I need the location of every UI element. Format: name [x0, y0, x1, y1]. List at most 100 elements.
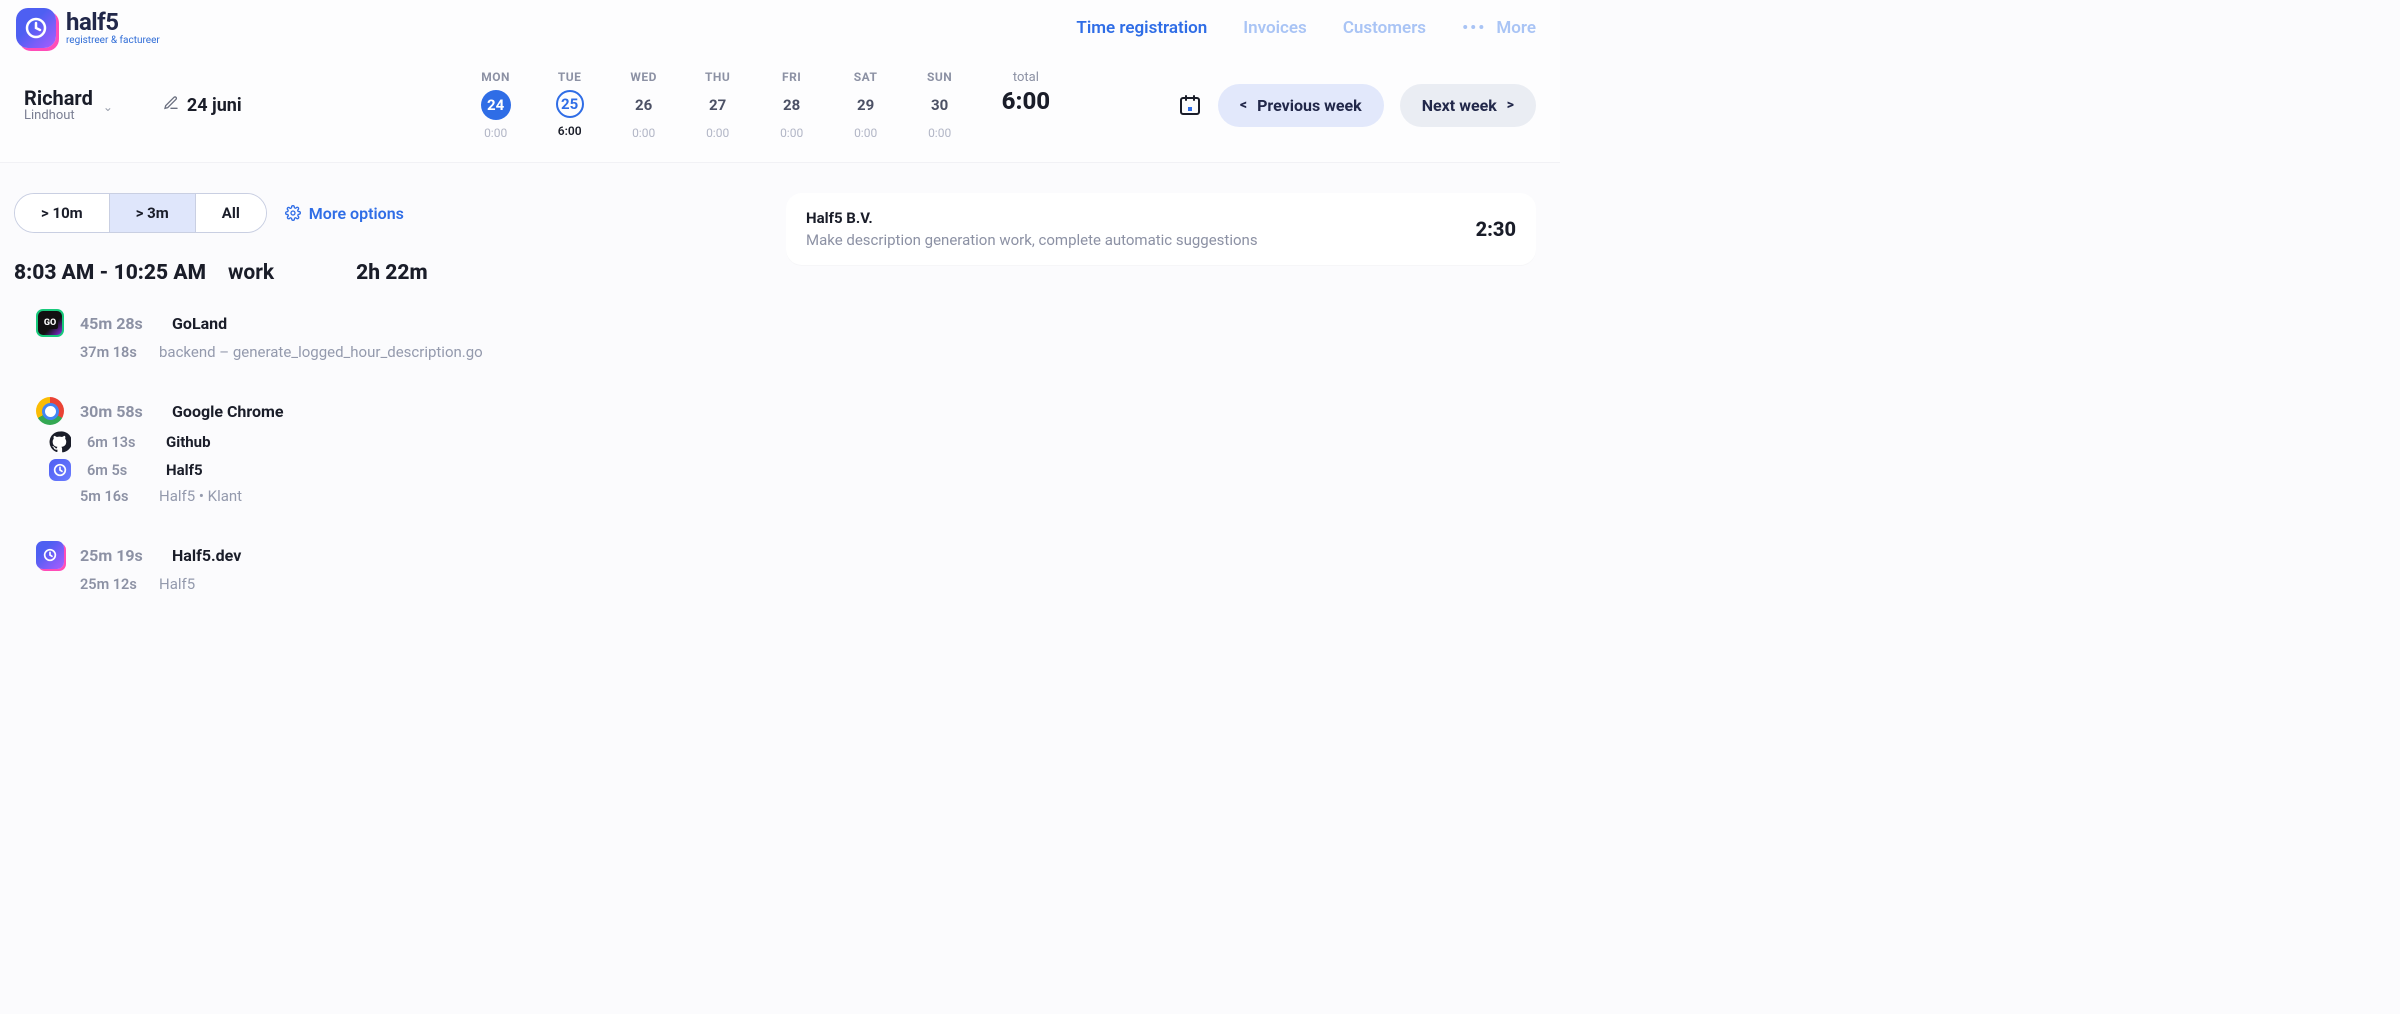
- day-tue[interactable]: TUE 25 6:00: [546, 70, 594, 138]
- task-org: Half5 B.V.: [806, 209, 1258, 227]
- chrome-half5-klant-row[interactable]: 5m 16s Half5 • Klant: [14, 481, 760, 505]
- session-header: 8:03 AM - 10:25 AM work 2h 22m: [14, 261, 760, 285]
- more-options-button[interactable]: More options: [285, 204, 404, 223]
- session-label: work: [228, 261, 274, 285]
- day-time: 6:00: [546, 124, 594, 138]
- app-duration: 45m 28s: [80, 314, 156, 333]
- day-time: 0:00: [916, 126, 964, 140]
- day-time: 0:00: [620, 126, 668, 140]
- day-time: 0:00: [694, 126, 742, 140]
- half5dev-icon: [36, 541, 64, 569]
- sub-duration: 6m 13s: [87, 434, 150, 451]
- task-time: 2:30: [1476, 217, 1516, 241]
- day-time: 0:00: [768, 126, 816, 140]
- brand-subtitle: registreer & factureer: [66, 36, 160, 46]
- filter-all[interactable]: All: [196, 194, 266, 232]
- day-wed[interactable]: WED 26 0:00: [620, 70, 668, 140]
- sub-header: Richard Lindhout ⌄ 24 juni MON 24 0:00 T…: [0, 56, 1560, 163]
- goland-subrow[interactable]: 37m 18s backend – generate_logged_hour_d…: [14, 337, 760, 361]
- half5-icon: [49, 459, 71, 481]
- goland-icon: GO: [36, 309, 64, 337]
- nav-invoices[interactable]: Invoices: [1243, 18, 1307, 38]
- duration-filter-segment: > 10m > 3m All: [14, 193, 267, 233]
- app-row-goland[interactable]: GO 45m 28s GoLand: [14, 299, 760, 337]
- nav-time-registration[interactable]: Time registration: [1076, 18, 1207, 38]
- day-sat[interactable]: SAT 29 0:00: [842, 70, 890, 140]
- day-num: 27: [703, 90, 733, 120]
- tasks-column: Half5 B.V. Make description generation w…: [780, 193, 1560, 593]
- day-dow: THU: [694, 70, 742, 84]
- week-total: total 6:00: [1002, 70, 1051, 115]
- filter-row: > 10m > 3m All More options: [14, 193, 760, 233]
- nav-customers[interactable]: Customers: [1343, 18, 1426, 38]
- app-duration: 30m 58s: [80, 402, 156, 421]
- calendar-icon[interactable]: [1178, 93, 1202, 117]
- chevron-down-icon: ⌄: [103, 96, 113, 114]
- filter-3m[interactable]: > 3m: [110, 194, 196, 232]
- day-num: 24: [481, 90, 511, 120]
- day-dow: WED: [620, 70, 668, 84]
- app-name: Google Chrome: [172, 402, 284, 421]
- chevron-left-icon: <: [1240, 97, 1247, 113]
- sub-duration: 6m 5s: [87, 462, 150, 479]
- app-duration: 25m 19s: [80, 546, 156, 565]
- previous-week-button[interactable]: < Previous week: [1218, 84, 1384, 127]
- nav-links: Time registration Invoices Customers •••…: [1076, 18, 1536, 38]
- sub-text: Half5: [159, 575, 195, 593]
- session-time-range: 8:03 AM - 10:25 AM: [14, 261, 206, 285]
- chrome-half5-row[interactable]: 6m 5s Half5: [14, 453, 760, 481]
- day-dow: FRI: [768, 70, 816, 84]
- user-company: Lindhout: [24, 109, 93, 123]
- user-name: Richard: [24, 87, 93, 109]
- app-row-chrome[interactable]: 30m 58s Google Chrome: [14, 387, 760, 425]
- user-selector[interactable]: Richard Lindhout ⌄: [24, 87, 113, 123]
- sub-text: Half5: [166, 461, 203, 479]
- day-num: 26: [629, 90, 659, 120]
- sub-text: Github: [166, 433, 211, 451]
- spacer: [14, 505, 760, 531]
- day-sun[interactable]: SUN 30 0:00: [916, 70, 964, 140]
- task-card[interactable]: Half5 B.V. Make description generation w…: [786, 193, 1536, 265]
- task-text: Half5 B.V. Make description generation w…: [806, 209, 1258, 249]
- next-week-button[interactable]: Next week >: [1400, 84, 1536, 127]
- brand-text: half5 registreer & factureer: [66, 10, 160, 46]
- brand-name: half5: [66, 10, 160, 34]
- day-dow: MON: [472, 70, 520, 84]
- more-dots-icon: •••: [1462, 18, 1486, 38]
- day-num: 25: [556, 90, 584, 118]
- day-dow: SUN: [916, 70, 964, 84]
- selected-date: 24 juni: [187, 95, 242, 116]
- total-value: 6:00: [1002, 87, 1051, 115]
- day-dow: SAT: [842, 70, 890, 84]
- spacer: [14, 361, 760, 387]
- day-num: 30: [925, 90, 955, 120]
- day-thu[interactable]: THU 27 0:00: [694, 70, 742, 140]
- next-week-label: Next week: [1422, 96, 1497, 115]
- app-name: Half5.dev: [172, 546, 241, 565]
- day-fri[interactable]: FRI 28 0:00: [768, 70, 816, 140]
- day-dow: TUE: [546, 70, 594, 84]
- chrome-github-row[interactable]: 6m 13s Github: [14, 425, 760, 453]
- nav-more[interactable]: ••• More: [1462, 18, 1536, 38]
- brand[interactable]: half5 registreer & factureer: [16, 8, 160, 48]
- half5dev-subrow[interactable]: 25m 12s Half5: [14, 569, 760, 593]
- activity-column: > 10m > 3m All More options 8:03 AM - 10…: [0, 193, 780, 593]
- session-duration: 2h 22m: [356, 261, 428, 285]
- pencil-icon: [163, 95, 179, 115]
- sub-text: backend – generate_logged_hour_descripti…: [159, 343, 483, 361]
- day-mon[interactable]: MON 24 0:00: [472, 70, 520, 140]
- github-icon: [49, 431, 71, 453]
- date-edit[interactable]: 24 juni: [163, 95, 242, 116]
- top-bar: half5 registreer & factureer Time regist…: [0, 0, 1560, 56]
- filter-10m[interactable]: > 10m: [15, 194, 110, 232]
- chevron-right-icon: >: [1507, 97, 1514, 113]
- sub-text: Half5 • Klant: [159, 487, 242, 505]
- day-time: 0:00: [842, 126, 890, 140]
- more-options-label: More options: [309, 204, 404, 223]
- main-body: > 10m > 3m All More options 8:03 AM - 10…: [0, 163, 1560, 593]
- week-nav: < Previous week Next week >: [1178, 84, 1536, 127]
- app-name: GoLand: [172, 314, 227, 333]
- app-row-half5dev[interactable]: 25m 19s Half5.dev: [14, 531, 760, 569]
- total-label: total: [1002, 70, 1051, 85]
- sub-duration: 5m 16s: [80, 488, 143, 505]
